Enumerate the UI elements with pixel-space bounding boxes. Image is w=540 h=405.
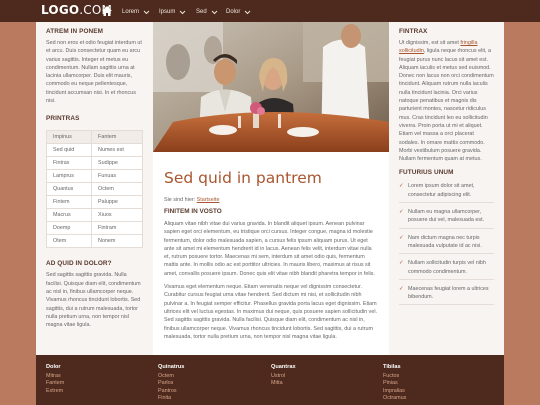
body-paragraph-1: Aliquam vitae nibh vitae dui varius grav… [164,221,375,277]
footer-link[interactable]: Parlos [158,380,184,388]
list-item: ✓ Nullam eu magna ullamcorper, posuere du… [399,208,494,229]
nav-item-ipsum[interactable]: Ipsum [159,6,186,18]
table-row: Quantus Octem [45,182,143,197]
footer-column: Dolor Mitras Fantem Extrem [46,364,65,396]
nav-item-lorem[interactable]: Lorem [122,6,150,18]
right-paragraph-1: Ut dignissim, est sit amet fringilla sol… [399,40,494,163]
table-row: Fintrax Sudippe [45,156,143,171]
list-item: ✓ Nullam sollicitudin turpis vel nibh com… [399,259,494,280]
feature-list: ✓ Lorem ipsum dolor sit amet, consectetur… [399,182,494,306]
footer-column: Quinatrus Octem Parlos Pantros Finita [158,364,185,403]
table-row: Fintem Paluppe [45,195,143,210]
table-row: Otem Nonem [45,234,143,249]
main-content: Sed quid in pantrem Sie sind hier: Start… [153,152,389,355]
checkmark-icon: ✓ [399,183,404,190]
checkmark-icon: ✓ [399,285,404,292]
top-navbar: LOGO.COM Lorem Ipsum Sed Dolor [0,0,540,22]
table-row: Lamprus Funuas [45,169,143,184]
body-paragraph-2: Vivamus eget elementum neque. Etiam vene… [164,284,378,340]
footer-column: Tibilas Fuctos Pinias Impralias Octramus [383,364,407,403]
footer-link[interactable]: Pinias [383,380,406,388]
section-heading: FINITEM IN VOSTO [164,208,222,215]
footer-link[interactable]: Pantros [158,388,184,396]
table-row: Doemp Fintram [45,221,143,236]
checkmark-icon: ✓ [399,234,404,241]
list-item: ✓ Maecenas feugiat lorem a ultrices biben… [399,285,494,306]
footer-column: Quantrax Ustrol Mitta [271,364,296,388]
home-icon[interactable] [101,5,113,17]
nav-item-sed[interactable]: Sed [196,6,218,18]
left-heading-2: PRINTRAS [46,115,80,123]
breadcrumb-link-home[interactable]: Startseite [197,197,220,203]
footer: Dolor Mitras Fantem Extrem Quinatrus Oct… [36,355,504,405]
breadcrumb: Sie sind hier: Startseite [164,197,220,203]
chevron-down-icon [179,10,186,14]
nav-item-dolor[interactable]: Dolor [226,6,251,18]
footer-link[interactable]: Octramus [383,395,406,403]
chevron-down-icon [143,10,150,14]
footer-link[interactable]: Fantem [46,380,64,388]
left-heading-1: ATREM IN PONEM [46,28,104,35]
footer-link[interactable]: Ustrol [271,373,296,381]
table-row: Impinus Fantem [45,130,143,145]
left-paragraph-3: Sed sagittis sagittis gravida. Nulla fac… [46,272,141,329]
footer-link[interactable]: Fuctos [383,373,406,381]
checkmark-icon: ✓ [399,260,404,267]
right-heading-2: FUTURIUS UNUM [399,169,454,177]
hero-image [153,22,389,152]
left-sidebar: ATREM IN PONEM Sed non eros et odio feug… [36,22,153,355]
table-row: Macrus Xiuos [45,208,143,223]
footer-link[interactable]: Impralias [383,388,406,396]
right-heading-1: FINTRAX [399,28,428,35]
footer-link[interactable]: Extrem [46,388,64,396]
footer-link[interactable]: Octem [158,373,184,381]
list-item: ✓ Nam dictum magna nec turpis malesuada v… [399,234,494,255]
footer-link[interactable]: Finita [158,395,184,403]
data-table: Impinus Fantem Sed quid Numes est Fintrax S… [45,130,143,249]
right-sidebar: FINTRAX Ut dignissim, est sit amet fring… [389,22,504,355]
table-row: Sed quid Numes est [45,143,143,158]
footer-link[interactable]: Mitras [46,373,64,381]
chevron-down-icon [244,10,251,14]
list-item: ✓ Lorem ipsum dolor sit amet, consectetur… [399,182,494,204]
left-heading-3: AD QUID IN DOLOR? [46,260,112,268]
left-paragraph-1: Sed non eros et odio feugiat interdum ut… [46,40,142,105]
page-title: Sed quid in pantrem [164,169,322,187]
checkmark-icon: ✓ [399,209,404,216]
chevron-down-icon [211,10,218,14]
footer-link[interactable]: Mitta [271,380,296,388]
